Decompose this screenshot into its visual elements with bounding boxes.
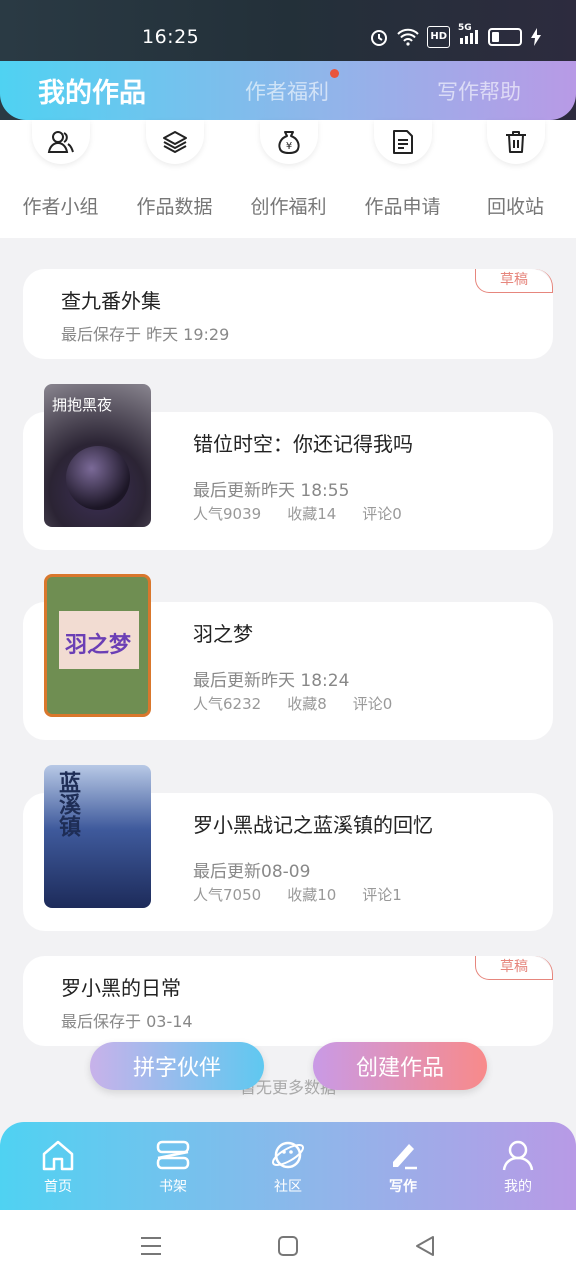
book-card[interactable]: 羽之梦 羽之梦 最后更新昨天 18:24 人气6232 收藏8 评论0 bbox=[23, 574, 553, 740]
tool-shortcuts: 作者小组 作品数据 ¥ 创作福利 作品申请 回收站 bbox=[0, 120, 576, 238]
status-time: 16:25 bbox=[142, 26, 200, 48]
tab-writing-help[interactable]: 写作帮助 bbox=[437, 61, 521, 120]
battery-icon bbox=[488, 27, 522, 47]
last-updated: 最后更新08-09 bbox=[193, 862, 311, 882]
charging-icon bbox=[530, 27, 542, 47]
book-card[interactable]: 拥抱黑夜 错位时空：你还记得我吗 最后更新昨天 18:55 人气9039 收藏1… bbox=[23, 384, 553, 550]
nav-home[interactable]: 首页 bbox=[8, 1138, 108, 1196]
tool-author-group[interactable]: 作者小组 bbox=[3, 120, 118, 219]
cover-planet bbox=[66, 446, 130, 510]
tool-label: 回收站 bbox=[486, 196, 544, 218]
tool-work-data[interactable]: 作品数据 bbox=[117, 120, 232, 219]
partner-button[interactable]: 拼字伙伴 bbox=[90, 1042, 264, 1090]
favorites: 收藏14 bbox=[287, 505, 337, 523]
favorites: 收藏8 bbox=[287, 695, 327, 713]
top-tab-bar: 我的作品 作者福利 写作帮助 bbox=[0, 61, 576, 120]
nav-label: 首页 bbox=[44, 1179, 72, 1195]
last-saved: 最后保存于 03-14 bbox=[61, 1012, 193, 1031]
work-stats: 人气6232 收藏8 评论0 bbox=[193, 693, 392, 714]
nav-profile[interactable]: 我的 bbox=[468, 1138, 568, 1196]
notification-dot bbox=[330, 69, 339, 78]
popularity: 人气6232 bbox=[193, 695, 262, 713]
alarm-icon bbox=[369, 27, 389, 47]
back-icon[interactable] bbox=[414, 1235, 436, 1257]
home-square-icon[interactable] bbox=[277, 1235, 299, 1257]
nav-label: 书架 bbox=[159, 1179, 187, 1195]
tool-work-application[interactable]: 作品申请 bbox=[345, 120, 460, 219]
hd-icon: HD bbox=[427, 26, 450, 48]
last-saved: 最后保存于 昨天 19:29 bbox=[61, 325, 230, 344]
nav-label: 社区 bbox=[274, 1179, 302, 1195]
comments: 评论0 bbox=[352, 695, 393, 713]
book-cover[interactable]: 羽之梦 bbox=[44, 574, 151, 717]
draft-badge: 草稿 bbox=[475, 956, 553, 980]
system-nav-bar bbox=[0, 1210, 576, 1280]
comments: 评论0 bbox=[362, 505, 402, 523]
tab-author-benefits[interactable]: 作者福利 bbox=[245, 61, 339, 120]
nav-label: 写作 bbox=[389, 1179, 417, 1195]
popularity: 人气9039 bbox=[193, 505, 262, 523]
cover-title: 蓝溪镇 bbox=[55, 771, 81, 837]
draft-badge: 草稿 bbox=[475, 269, 553, 293]
cover-title: 羽之梦 bbox=[65, 632, 132, 658]
create-work-button-label: 创建作品 bbox=[355, 1056, 444, 1081]
partner-button-label: 拼字伙伴 bbox=[132, 1056, 221, 1081]
home-icon bbox=[42, 1140, 74, 1171]
last-updated: 最后更新昨天 18:24 bbox=[193, 671, 350, 691]
no-more-data: 暂无更多数据 bbox=[239, 1078, 336, 1097]
popularity: 人气7050 bbox=[193, 886, 262, 904]
draft-card[interactable]: 草稿 罗小黑的日常 最后保存于 03-14 bbox=[23, 956, 553, 1046]
book-cover[interactable]: 拥抱黑夜 bbox=[44, 384, 151, 527]
money-bag-icon: ¥ bbox=[259, 120, 318, 164]
tool-label: 作品申请 bbox=[364, 196, 441, 218]
tab-my-works[interactable]: 我的作品 bbox=[38, 61, 146, 120]
menu-icon[interactable] bbox=[139, 1235, 163, 1257]
wifi-icon bbox=[397, 27, 420, 47]
work-title: 罗小黑的日常 bbox=[61, 976, 181, 1000]
favorites: 收藏10 bbox=[287, 886, 337, 904]
tool-recycle-bin[interactable]: 回收站 bbox=[458, 120, 573, 219]
work-title: 查九番外集 bbox=[61, 289, 161, 313]
tool-label: 创作福利 bbox=[250, 196, 327, 218]
pen-icon bbox=[393, 1144, 417, 1170]
svg-text:¥: ¥ bbox=[285, 141, 291, 152]
tool-creation-benefits[interactable]: ¥ 创作福利 bbox=[231, 120, 346, 219]
trash-icon bbox=[486, 120, 545, 164]
nav-write[interactable]: 写作 bbox=[353, 1138, 453, 1196]
work-title: 错位时空：你还记得我吗 bbox=[193, 432, 413, 456]
status-icons: HD 5G bbox=[369, 23, 542, 48]
nav-community[interactable]: 社区 bbox=[238, 1138, 338, 1196]
work-title: 罗小黑战记之蓝溪镇的回忆 bbox=[193, 813, 433, 837]
work-title: 羽之梦 bbox=[193, 622, 253, 646]
bottom-nav: 首页 书架 社区 写作 我的 bbox=[0, 1122, 576, 1210]
profile-icon bbox=[502, 1140, 534, 1171]
book-card[interactable]: 蓝溪镇 罗小黑战记之蓝溪镇的回忆 最后更新08-09 人气7050 收藏10 评… bbox=[23, 765, 553, 931]
book-cover[interactable]: 蓝溪镇 bbox=[44, 765, 151, 908]
document-icon bbox=[373, 120, 432, 164]
layers-icon bbox=[145, 120, 204, 164]
work-stats: 人气7050 收藏10 评论1 bbox=[193, 884, 402, 905]
tab-label: 写作帮助 bbox=[437, 79, 521, 104]
draft-card[interactable]: 草稿 查九番外集 最后保存于 昨天 19:29 bbox=[23, 269, 553, 359]
tool-label: 作品数据 bbox=[136, 196, 213, 218]
comments: 评论1 bbox=[362, 886, 402, 904]
signal-icon: 5G bbox=[458, 23, 480, 47]
planet-icon bbox=[271, 1141, 305, 1169]
bookshelf-icon bbox=[156, 1140, 190, 1170]
nav-bookshelf[interactable]: 书架 bbox=[123, 1138, 223, 1196]
create-work-button[interactable]: 创建作品 bbox=[313, 1042, 487, 1090]
cover-title: 拥抱黑夜 bbox=[52, 396, 113, 414]
nav-label: 我的 bbox=[504, 1179, 532, 1195]
last-updated: 最后更新昨天 18:55 bbox=[193, 481, 350, 501]
tab-label: 作者福利 bbox=[245, 79, 329, 104]
tab-label: 我的作品 bbox=[38, 78, 146, 109]
tool-label: 作者小组 bbox=[22, 196, 99, 218]
work-stats: 人气9039 收藏14 评论0 bbox=[193, 503, 402, 524]
group-icon bbox=[31, 120, 90, 164]
network-type: 5G bbox=[458, 23, 472, 33]
